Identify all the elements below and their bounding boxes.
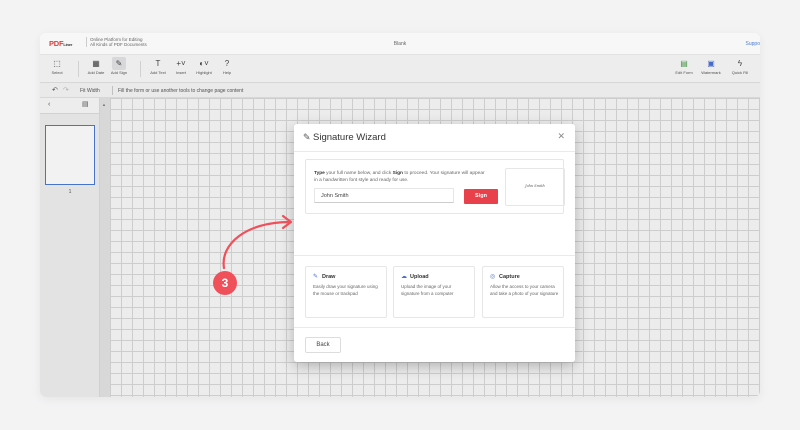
section-divider: [294, 255, 575, 256]
camera-icon: ◎: [490, 274, 496, 280]
full-name-input[interactable]: [314, 188, 454, 203]
desc-bold-sign: Sign: [392, 171, 403, 176]
type-signature-description: Type your full name below, and click Sig…: [314, 170, 489, 184]
step-number-badge: 3: [213, 271, 237, 295]
capture-option-description: Allow the access to your camera and take…: [490, 284, 559, 296]
close-icon[interactable]: ✕: [557, 131, 565, 142]
desc-part-1: your full name below, and click: [324, 171, 393, 176]
upload-option-description: Upload the image of your signature from …: [401, 284, 454, 296]
cloud-upload-icon: ☁: [401, 274, 407, 280]
dialog-header: ✎ Signature Wizard ✕: [294, 124, 575, 152]
upload-option-title: Upload: [410, 274, 429, 280]
draw-option-card[interactable]: ✎ Draw Easily draw your signature using …: [305, 266, 387, 318]
capture-option-title: Capture: [499, 274, 520, 280]
type-signature-section: Type your full name below, and click Sig…: [305, 159, 565, 214]
desc-bold-type: Type: [314, 171, 325, 176]
dialog-title: Signature Wizard: [313, 132, 386, 143]
support-link[interactable]: Suppo: [746, 41, 760, 47]
app-window: PDFLiner Online Platform for Editing All…: [40, 33, 760, 397]
capture-option-card[interactable]: ◎ Capture Allow the access to your camer…: [482, 266, 564, 318]
sign-button[interactable]: Sign: [464, 189, 498, 204]
pen-icon: ✎: [303, 132, 311, 142]
upload-option-card[interactable]: ☁ Upload Upload the image of your signat…: [393, 266, 475, 318]
document-title: Blank: [393, 41, 407, 47]
pencil-icon: ✎: [313, 274, 319, 280]
signature-preview: John Smith: [505, 168, 565, 206]
signature-wizard-dialog: ✎ Signature Wizard ✕ Type your full name…: [294, 124, 575, 362]
draw-option-title: Draw: [322, 274, 336, 280]
preview-signature-text: John Smith: [525, 184, 545, 188]
back-button[interactable]: Back: [305, 337, 341, 353]
section-divider: [294, 327, 575, 328]
title-bar: PDFLiner Online Platform for Editing All…: [40, 33, 760, 55]
draw-option-description: Easily draw your signature using the mou…: [313, 284, 378, 296]
